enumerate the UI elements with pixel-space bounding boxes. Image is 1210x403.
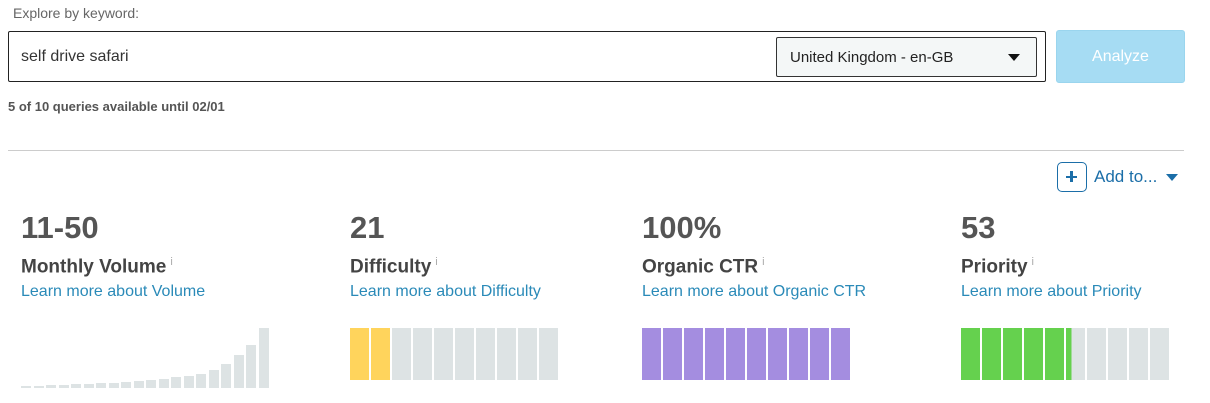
volume-bar [46, 385, 56, 388]
add-to-label: Add to... [1094, 167, 1158, 186]
learn-more-link[interactable]: Learn more about Priority [961, 282, 1142, 302]
metric-monthly-volume: 11-50 Monthly Volume i Learn more about V… [21, 210, 205, 302]
meter-segment [413, 328, 432, 380]
meter-segment [1045, 328, 1064, 380]
caret-down-icon [1166, 174, 1178, 181]
meter-segment [1129, 328, 1148, 380]
metric-name: Monthly Volume i [21, 256, 173, 278]
volume-bar [246, 345, 256, 388]
meter-segment [684, 328, 703, 380]
meter-segment [497, 328, 516, 380]
meter-segment [518, 328, 537, 380]
learn-more-link[interactable]: Learn more about Volume [21, 282, 205, 302]
metric-name: Priority i [961, 256, 1034, 278]
volume-bar [133, 381, 144, 388]
analyze-button[interactable]: Analyze [1056, 30, 1185, 83]
priority-bars [961, 328, 1171, 380]
meter-segment [1024, 328, 1043, 380]
volume-bar [96, 383, 106, 388]
meter-segment [961, 328, 980, 380]
volume-bar [146, 380, 156, 388]
volume-bar [121, 382, 131, 388]
meter-segment [371, 328, 390, 380]
metric-value: 11-50 [21, 210, 99, 245]
learn-more-link[interactable]: Learn more about Organic CTR [642, 282, 866, 302]
meter-segment [705, 328, 724, 380]
meter-segment [663, 328, 682, 380]
volume-bar [258, 328, 269, 388]
volume-bar [183, 376, 194, 388]
metric-value: 53 [961, 210, 996, 245]
metric-value: 100% [642, 210, 722, 245]
difficulty-bars [350, 328, 560, 380]
plus-icon [1057, 162, 1087, 192]
metric-organic-ctr: 100% Organic CTR i Learn more about Organ… [642, 210, 866, 302]
divider [8, 150, 1184, 151]
info-icon[interactable]: i [762, 256, 764, 268]
meter-segment [789, 328, 808, 380]
locale-select-value: United Kingdom - en-GB [790, 49, 954, 66]
volume-bar [233, 355, 244, 388]
meter-segment [392, 328, 411, 380]
meter-segment [642, 328, 661, 380]
meter-segment [1108, 328, 1127, 380]
meter-segment [982, 328, 1001, 380]
info-icon[interactable]: i [1032, 256, 1034, 268]
keyword-input[interactable] [21, 45, 721, 69]
meter-segment [1066, 328, 1085, 380]
volume-bar [58, 385, 69, 388]
meter-segment [476, 328, 495, 380]
meter-segment [831, 328, 850, 380]
meter-segment [747, 328, 766, 380]
volume-bar [83, 384, 94, 388]
meter-segment [1003, 328, 1022, 380]
volume-bar [171, 377, 181, 388]
volume-bar [158, 379, 169, 388]
quota-text: 5 of 10 queries available until 02/01 [8, 99, 225, 114]
chevron-down-icon [1008, 54, 1020, 61]
locale-select[interactable]: United Kingdom - en-GB [776, 37, 1037, 77]
volume-bar [221, 364, 231, 388]
metric-name: Organic CTR i [642, 256, 765, 278]
meter-segment [1150, 328, 1169, 380]
meter-segment [350, 328, 369, 380]
volume-bars [21, 328, 269, 388]
volume-bar [33, 386, 44, 388]
volume-bar [196, 374, 206, 388]
search-box: United Kingdom - en-GB [8, 31, 1046, 82]
learn-more-link[interactable]: Learn more about Difficulty [350, 282, 541, 302]
organic-ctr-bars [642, 328, 852, 380]
meter-segment [539, 328, 558, 380]
info-icon[interactable]: i [435, 256, 437, 268]
volume-bar [108, 383, 119, 388]
search-label: Explore by keyword: [13, 5, 140, 21]
metric-value: 21 [350, 210, 385, 245]
info-icon[interactable]: i [170, 256, 172, 268]
meter-segment [1087, 328, 1106, 380]
meter-segment [768, 328, 787, 380]
meter-segment [434, 328, 453, 380]
metric-priority: 53 Priority i Learn more about Priority [961, 210, 1142, 302]
meter-segment [455, 328, 474, 380]
metric-name: Difficulty i [350, 256, 438, 278]
volume-bar [208, 370, 219, 388]
volume-bar [71, 384, 81, 388]
metric-difficulty: 21 Difficulty i Learn more about Difficul… [350, 210, 541, 302]
volume-bar [21, 386, 31, 388]
meter-segment [726, 328, 745, 380]
meter-segment [810, 328, 829, 380]
